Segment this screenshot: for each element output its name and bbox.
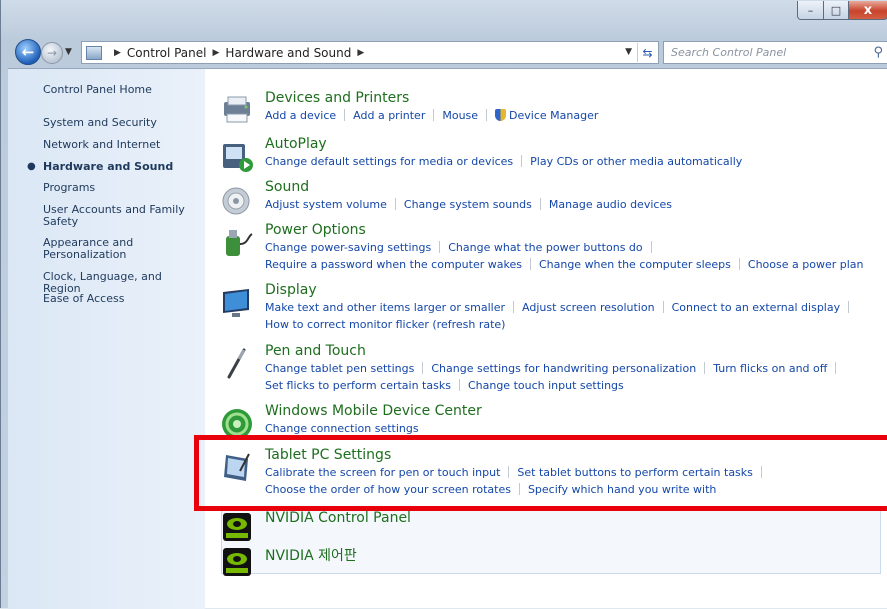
recent-pages-dropdown-icon[interactable]: ▼ [65,47,72,57]
handwriting-personalization-link[interactable]: Change settings for handwriting personal… [431,362,696,375]
connection-settings-link[interactable]: Change connection settings [265,422,419,435]
device-manager-link[interactable]: Device Manager [509,109,598,122]
power-saving-link[interactable]: Change power-saving settings [265,241,431,254]
sidebar-item-user-accounts[interactable]: User Accounts and Family Safety [43,204,188,228]
forward-button[interactable]: → [41,42,63,64]
devices-and-printers-title[interactable]: Devices and Printers [265,90,409,106]
autoplay-icon [223,144,253,172]
link-row: Set flicks to perform certain tasks Chang… [265,379,624,392]
search-input[interactable]: Search Control Panel ⚲ [663,41,887,64]
windows-mobile-device-center-title[interactable]: Windows Mobile Device Center [265,403,482,419]
link-row: Require a password when the computer wak… [265,258,864,271]
minimize-button[interactable]: – [797,1,824,20]
add-printer-link[interactable]: Add a printer [353,109,425,122]
power-icon [226,230,253,256]
sidebar-item-hardware-and-sound[interactable]: Hardware and Sound [43,161,201,173]
touch-input-settings-link[interactable]: Change touch input settings [468,379,624,392]
display-title[interactable]: Display [265,282,317,298]
control-panel-icon [86,45,102,60]
chevron-right-icon[interactable]: ▶ [114,48,121,58]
highlight-box [194,435,887,511]
monitor-flicker-link[interactable]: How to correct monitor flicker (refresh … [265,318,505,331]
breadcrumb-hardware-and-sound[interactable]: Hardware and Sound [225,46,351,60]
display-icon [223,289,249,317]
breadcrumb-control-panel[interactable]: Control Panel [127,46,207,60]
content-area: Control Panel Home System and Security N… [8,68,887,609]
link-row: Change power-saving settings Change what … [265,241,660,254]
link-row: Change connection settings [265,422,419,435]
external-display-link[interactable]: Connect to an external display [672,301,841,314]
speaker-icon [222,187,250,215]
text-size-link[interactable]: Make text and other items larger or smal… [265,301,505,314]
back-button[interactable]: ← [15,39,41,65]
pen-icon [227,348,246,379]
link-row: Change tablet pen settings Change setting… [265,362,844,375]
adjust-volume-link[interactable]: Adjust system volume [265,198,387,211]
manage-audio-link[interactable]: Manage audio devices [549,198,672,211]
tablet-pen-settings-link[interactable]: Change tablet pen settings [265,362,414,375]
sound-title[interactable]: Sound [265,179,309,195]
maximize-button[interactable]: □ [823,1,849,20]
add-device-link[interactable]: Add a device [265,109,336,122]
title-bar[interactable]: – □ x [1,0,887,36]
sidebar-item-system-and-security[interactable]: System and Security [43,117,201,129]
chevron-right-icon[interactable]: ▶ [357,48,364,58]
change-sounds-link[interactable]: Change system sounds [404,198,532,211]
nvidia-korean-title[interactable]: NVIDIA 제어판 [265,545,357,565]
computer-sleeps-link[interactable]: Change when the computer sleeps [539,258,731,271]
link-row: Adjust system volume Change system sounds… [265,198,672,211]
search-icon[interactable]: ⚲ [873,45,883,60]
navigation-bar: ← → ▼ ▶ Control Panel ▶ Hardware and Sou… [1,36,887,68]
close-button[interactable]: x [848,1,887,20]
nvidia-icon [223,513,251,541]
sidebar-item-control-panel-home[interactable]: Control Panel Home [43,84,201,96]
link-row: Add a device Add a printer Mouse Device Man… [265,109,598,122]
screen-resolution-link[interactable]: Adjust screen resolution [522,301,655,314]
link-row: Make text and other items larger or smal… [265,301,857,314]
play-cds-link[interactable]: Play CDs or other media automatically [530,155,742,168]
pen-and-touch-title[interactable]: Pen and Touch [265,343,366,359]
nvidia-control-panel-title[interactable]: NVIDIA Control Panel [265,510,411,526]
sidebar-item-ease-of-access[interactable]: Ease of Access [43,293,201,305]
require-password-link[interactable]: Require a password when the computer wak… [265,258,522,271]
mouse-link[interactable]: Mouse [442,109,478,122]
address-bar[interactable]: ▶ Control Panel ▶ Hardware and Sound ▶ ▼… [81,41,659,64]
sidebar-item-programs[interactable]: Programs [43,182,201,194]
sidebar: Control Panel Home System and Security N… [8,69,205,609]
shield-icon [495,109,507,121]
link-row: Change default settings for media or dev… [265,155,742,168]
flicks-on-off-link[interactable]: Turn flicks on and off [713,362,827,375]
active-bullet-icon: ● [27,161,36,172]
set-flicks-link[interactable]: Set flicks to perform certain tasks [265,379,451,392]
sidebar-item-network-and-internet[interactable]: Network and Internet [43,139,201,151]
search-placeholder: Search Control Panel [671,46,787,59]
change-default-media-link[interactable]: Change default settings for media or dev… [265,155,513,168]
control-panel-window: – □ x ← → ▼ ▶ Control Panel ▶ Hardware a… [0,0,887,609]
refresh-icon[interactable]: ⇆ [637,43,657,62]
link-row: How to correct monitor flicker (refresh … [265,318,505,331]
chevron-right-icon[interactable]: ▶ [213,48,220,58]
printer-icon [224,96,250,123]
power-buttons-link[interactable]: Change what the power buttons do [448,241,642,254]
address-dropdown-icon[interactable]: ▼ [625,47,632,57]
power-options-title[interactable]: Power Options [265,222,366,238]
nvidia-icon [223,548,251,576]
power-plan-link[interactable]: Choose a power plan [748,258,864,271]
sidebar-item-appearance[interactable]: Appearance and Personalization [43,237,163,261]
autoplay-title[interactable]: AutoPlay [265,136,327,152]
